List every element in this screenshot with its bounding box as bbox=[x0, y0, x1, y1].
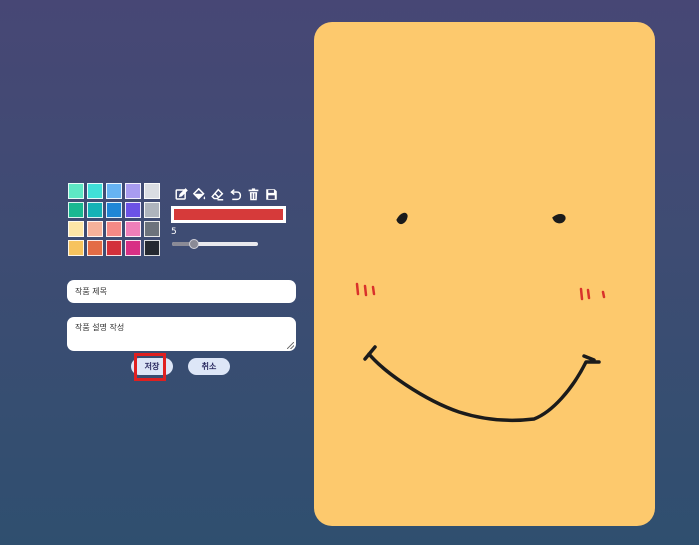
color-swatch[interactable] bbox=[144, 240, 160, 256]
brush-size-slider[interactable] bbox=[172, 239, 258, 249]
brush-size-value: 5 bbox=[171, 227, 177, 237]
current-color-preview bbox=[171, 206, 286, 223]
undo-icon[interactable] bbox=[227, 186, 243, 202]
color-swatch[interactable] bbox=[144, 202, 160, 218]
save-button[interactable]: 저장 bbox=[131, 358, 173, 375]
save-icon[interactable] bbox=[263, 186, 279, 202]
left-blush-3 bbox=[371, 285, 376, 296]
color-swatch[interactable] bbox=[125, 202, 141, 218]
color-swatch[interactable] bbox=[87, 183, 103, 199]
color-swatch[interactable] bbox=[125, 221, 141, 237]
canvas-background bbox=[314, 22, 655, 526]
fill-bucket-icon[interactable] bbox=[191, 186, 207, 202]
color-swatch[interactable] bbox=[68, 221, 84, 237]
right-blush-3 bbox=[601, 290, 606, 299]
right-eye bbox=[552, 214, 566, 224]
cancel-button[interactable]: 취소 bbox=[188, 358, 230, 375]
left-blush-2 bbox=[363, 284, 368, 297]
right-blush-2 bbox=[586, 288, 591, 300]
slider-thumb[interactable] bbox=[188, 239, 199, 249]
drawing-canvas[interactable] bbox=[314, 22, 655, 526]
artwork-title-input[interactable] bbox=[67, 280, 296, 303]
color-swatch[interactable] bbox=[106, 221, 122, 237]
color-swatch[interactable] bbox=[106, 240, 122, 256]
color-swatch[interactable] bbox=[87, 202, 103, 218]
color-swatch[interactable] bbox=[68, 202, 84, 218]
eraser-icon[interactable] bbox=[209, 186, 225, 202]
trash-icon[interactable] bbox=[245, 186, 261, 202]
color-swatch[interactable] bbox=[68, 240, 84, 256]
left-blush-1 bbox=[355, 282, 360, 296]
drawing-toolbar bbox=[173, 186, 279, 202]
color-swatch[interactable] bbox=[68, 183, 84, 199]
color-swatch[interactable] bbox=[106, 183, 122, 199]
pencil-icon[interactable] bbox=[173, 186, 189, 202]
color-swatch[interactable] bbox=[87, 221, 103, 237]
right-blush-1 bbox=[579, 287, 584, 301]
color-palette bbox=[68, 183, 160, 256]
color-swatch[interactable] bbox=[106, 202, 122, 218]
color-swatch[interactable] bbox=[144, 221, 160, 237]
artwork-description-input[interactable] bbox=[67, 317, 296, 351]
canvas-drawing bbox=[314, 22, 655, 526]
resize-grip-icon[interactable] bbox=[287, 342, 294, 349]
color-swatch[interactable] bbox=[125, 240, 141, 256]
color-swatch[interactable] bbox=[144, 183, 160, 199]
color-swatch[interactable] bbox=[87, 240, 103, 256]
color-swatch[interactable] bbox=[125, 183, 141, 199]
